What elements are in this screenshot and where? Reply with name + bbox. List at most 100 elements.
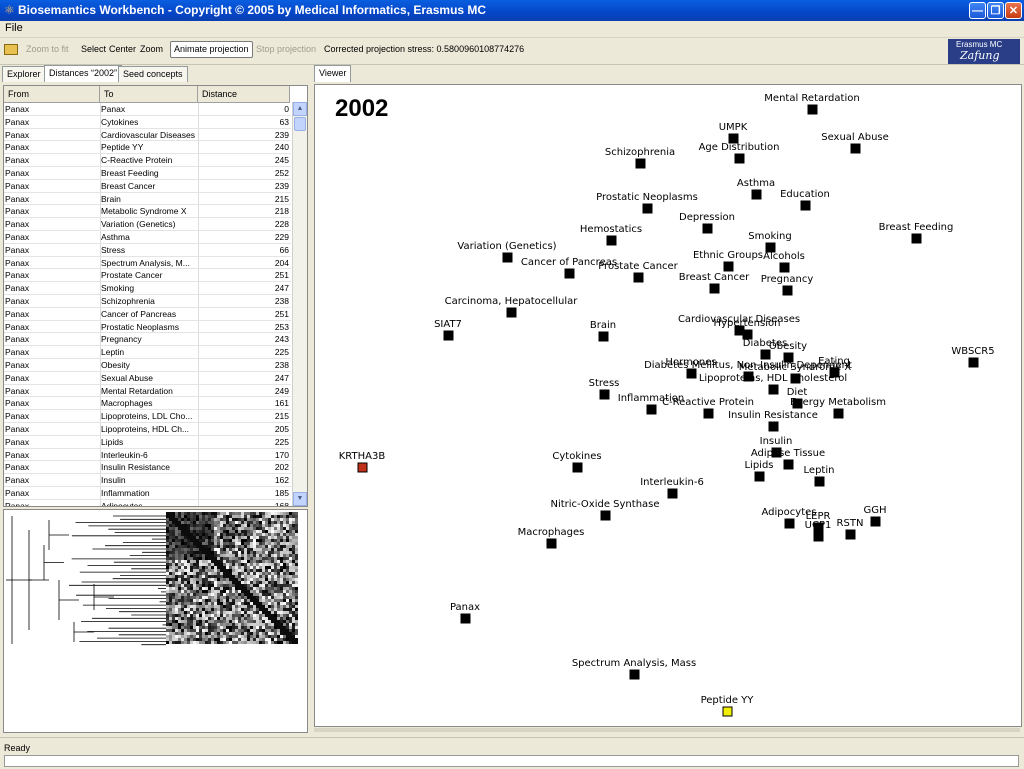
concept-node-marker[interactable] (357, 462, 368, 473)
concept-node-marker[interactable] (784, 518, 795, 529)
concept-node[interactable]: Ethnic Groups (693, 250, 763, 272)
concept-node[interactable]: Interleukin-6 (640, 477, 704, 499)
concept-node-marker[interactable] (443, 330, 454, 341)
concept-node[interactable]: Smoking (748, 231, 792, 253)
table-row[interactable]: Panax Metabolic Syndrome X 218 (4, 205, 291, 219)
concept-node[interactable]: Cytokines (552, 451, 602, 473)
concept-node-marker[interactable] (754, 471, 765, 482)
projection-canvas[interactable]: Mental Retardation UMPK Sexual Abuse Age Di… (315, 85, 1021, 726)
concept-node-marker[interactable] (572, 462, 583, 473)
dendrogram-heatmap[interactable] (4, 510, 307, 732)
table-row[interactable]: Panax Smoking 247 (4, 282, 291, 295)
concept-node[interactable]: Lipids (744, 460, 774, 482)
table-row[interactable]: Panax Brain 215 (4, 193, 291, 206)
concept-node[interactable]: WBSCR5 (951, 346, 995, 368)
concept-node-marker[interactable] (506, 307, 517, 318)
table-row[interactable]: Panax Macrophages 161 (4, 397, 291, 411)
table-row[interactable]: Panax Mental Retardation 249 (4, 385, 291, 398)
table-row[interactable]: Panax Leptin 225 (4, 346, 291, 359)
concept-node[interactable]: Pregnancy (761, 274, 814, 296)
concept-node-marker[interactable] (600, 510, 611, 521)
table-row[interactable]: Panax C-Reactive Protein 245 (4, 154, 291, 167)
concept-node[interactable]: Panax (450, 602, 480, 624)
concept-node[interactable]: Depression (679, 212, 735, 234)
concept-node-marker[interactable] (783, 459, 794, 470)
concept-node-marker[interactable] (723, 261, 734, 272)
table-row[interactable]: Panax Asthma 229 (4, 231, 291, 244)
concept-node-marker[interactable] (768, 421, 779, 432)
concept-node[interactable]: Insulin Resistance (728, 410, 818, 432)
concept-node-marker[interactable] (564, 268, 575, 279)
table-row[interactable]: Panax Prostate Cancer 251 (4, 269, 291, 283)
concept-node[interactable]: Breast Feeding (879, 222, 954, 244)
concept-node[interactable]: Hypertension (714, 318, 781, 340)
concept-node[interactable]: GGH (863, 505, 887, 527)
concept-node-marker[interactable] (460, 613, 471, 624)
concept-node-marker[interactable] (722, 706, 733, 717)
table-row[interactable]: Panax Interleukin-6 170 (4, 449, 291, 462)
concept-node[interactable]: UMPK (719, 122, 748, 144)
concept-node[interactable]: Stress (589, 378, 620, 400)
concept-node-marker[interactable] (629, 669, 640, 680)
scroll-down-button[interactable]: ▼ (293, 492, 307, 506)
concept-node-marker[interactable] (813, 531, 824, 542)
concept-node-marker[interactable] (599, 389, 610, 400)
concept-node-marker[interactable] (667, 488, 678, 499)
concept-node[interactable]: SIAT7 (434, 319, 462, 341)
tab-seed-concepts[interactable]: Seed concepts (118, 66, 188, 82)
table-row[interactable]: Panax Spectrum Analysis, M... 204 (4, 257, 291, 270)
concept-node-marker[interactable] (635, 158, 646, 169)
concept-node[interactable]: Leptin (804, 465, 835, 487)
menu-file[interactable]: File (5, 22, 23, 34)
open-folder-icon[interactable] (4, 44, 18, 55)
table-row[interactable]: Panax Pregnancy 243 (4, 333, 291, 347)
table-row[interactable]: Panax Breast Feeding 252 (4, 167, 291, 180)
concept-node[interactable]: Schizophrenia (605, 147, 675, 169)
minimize-button[interactable]: — (969, 2, 986, 19)
concept-node-marker[interactable] (850, 143, 861, 154)
table-row[interactable]: Panax Insulin Resistance 202 (4, 461, 291, 475)
animate-projection-button[interactable]: Animate projection (170, 41, 253, 58)
table-row[interactable]: Panax Lipoproteins, HDL Ch... 205 (4, 423, 291, 436)
concept-node[interactable]: Macrophages (518, 527, 585, 549)
center-button[interactable]: Center (109, 44, 136, 54)
concept-node-marker[interactable] (968, 357, 979, 368)
select-button[interactable]: Select (81, 44, 106, 54)
column-header-distance[interactable]: Distance (198, 86, 290, 102)
concept-node[interactable]: Age Distribution (699, 142, 780, 164)
concept-node[interactable]: Alcohols (763, 251, 805, 273)
concept-node-marker[interactable] (642, 203, 653, 214)
concept-node-marker[interactable] (546, 538, 557, 549)
table-row[interactable]: Panax Cancer of Pancreas 251 (4, 308, 291, 321)
concept-node-marker[interactable] (807, 104, 818, 115)
concept-node[interactable]: Prostate Cancer (598, 261, 679, 283)
viewer-splitter[interactable] (314, 728, 1020, 732)
concept-node-marker[interactable] (751, 189, 762, 200)
table-row[interactable]: Panax Peptide YY 240 (4, 141, 291, 155)
stop-projection-button[interactable]: Stop projection (256, 44, 316, 54)
table-scrollbar[interactable]: ▲ ▼ (292, 102, 307, 506)
table-row[interactable]: Panax Breast Cancer 239 (4, 180, 291, 193)
concept-node-marker[interactable] (833, 408, 844, 419)
table-row[interactable]: Panax Cardiovascular Diseases 239 (4, 129, 291, 142)
concept-node[interactable]: RSTN (837, 518, 864, 540)
table-row[interactable]: Panax Panax 0 (4, 103, 291, 116)
table-row[interactable]: Panax Prostatic Neoplasms 253 (4, 321, 291, 334)
table-row[interactable]: Panax Obesity 238 (4, 359, 291, 372)
table-row[interactable]: Panax Lipids 225 (4, 436, 291, 449)
concept-node-marker[interactable] (768, 384, 779, 395)
concept-node[interactable]: Carcinoma, Hepatocellular (445, 296, 579, 318)
concept-node-marker[interactable] (800, 200, 811, 211)
concept-node[interactable]: KRTHA3B (339, 451, 386, 473)
concept-node-marker[interactable] (814, 476, 825, 487)
column-header-to[interactable]: To (100, 86, 198, 102)
maximize-button[interactable]: ❐ (987, 2, 1004, 19)
scroll-thumb[interactable] (294, 117, 306, 131)
table-row[interactable]: Panax Sexual Abuse 247 (4, 372, 291, 385)
concept-node-marker[interactable] (598, 331, 609, 342)
concept-node[interactable]: Nitric-Oxide Synthase (550, 499, 660, 521)
concept-node[interactable]: Breast Cancer (679, 272, 750, 294)
concept-node[interactable]: Education (780, 189, 830, 211)
concept-node[interactable]: Asthma (737, 178, 775, 200)
table-row[interactable]: Panax Cytokines 63 (4, 116, 291, 129)
